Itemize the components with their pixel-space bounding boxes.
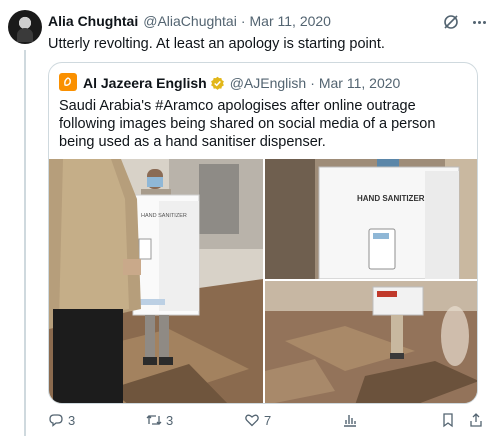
photo-sanitizer-floor[interactable] (265, 281, 477, 403)
tweet-date[interactable]: Mar 11, 2020 (250, 13, 331, 29)
heart-icon (245, 414, 259, 427)
reply-count: 3 (68, 412, 76, 428)
photo-sanitizer-sign-closeup[interactable]: HAND SANITIZER (265, 159, 477, 279)
share-button[interactable] (468, 410, 488, 430)
reply-button[interactable]: 3 (48, 410, 75, 430)
avatar[interactable] (8, 10, 42, 44)
tweet[interactable]: Alia Chughtai @AliaChughtai · Mar 11, 20… (0, 0, 500, 438)
quote-author-handle[interactable]: @AJEnglish (230, 75, 306, 91)
verified-badge-icon (210, 76, 224, 90)
quote-separator-dot: · (310, 75, 315, 91)
quote-date[interactable]: Mar 11, 2020 (319, 75, 400, 91)
thread-line (24, 50, 26, 436)
media-grid: HAND SANITIZER HAND SANITIZER (49, 159, 477, 403)
quote-header: Al Jazeera English @AJEnglish · Mar 11, … (83, 74, 400, 92)
author-name[interactable]: Alia Chughtai (48, 13, 138, 29)
action-bar: 3 3 7 (48, 410, 488, 430)
retweet-icon (146, 415, 162, 425)
sign-text-closeup: HAND SANITIZER (357, 194, 425, 203)
tweet-header: Alia Chughtai @AliaChughtai · Mar 11, 20… (48, 12, 331, 30)
author-handle[interactable]: @AliaChughtai (143, 13, 237, 29)
bookmark-button[interactable] (440, 410, 460, 430)
separator-dot: · (240, 13, 246, 29)
photo-hand-sanitizer-person[interactable]: HAND SANITIZER (49, 159, 263, 403)
quote-author-name[interactable]: Al Jazeera English (83, 75, 207, 91)
retweet-button[interactable]: 3 (146, 410, 173, 430)
bookmark-icon (443, 413, 453, 428)
views-icon (344, 415, 356, 427)
reply-icon (49, 414, 63, 427)
views-button[interactable] (342, 410, 362, 430)
quoted-tweet[interactable]: Al Jazeera English @AJEnglish · Mar 11, … (48, 62, 478, 404)
more-options-icon[interactable] (470, 14, 488, 30)
sign-text: HAND SANITIZER (141, 213, 187, 219)
like-button[interactable]: 7 (244, 410, 271, 430)
like-count: 7 (264, 412, 272, 428)
quote-text: Saudi Arabia's #Aramco apologises after … (59, 98, 436, 150)
al-jazeera-logo-icon[interactable] (59, 73, 77, 91)
tweet-text: Utterly revolting. At least an apology i… (48, 36, 385, 52)
share-icon (470, 413, 482, 427)
grok-icon[interactable] (442, 13, 460, 31)
retweet-count: 3 (166, 412, 174, 428)
